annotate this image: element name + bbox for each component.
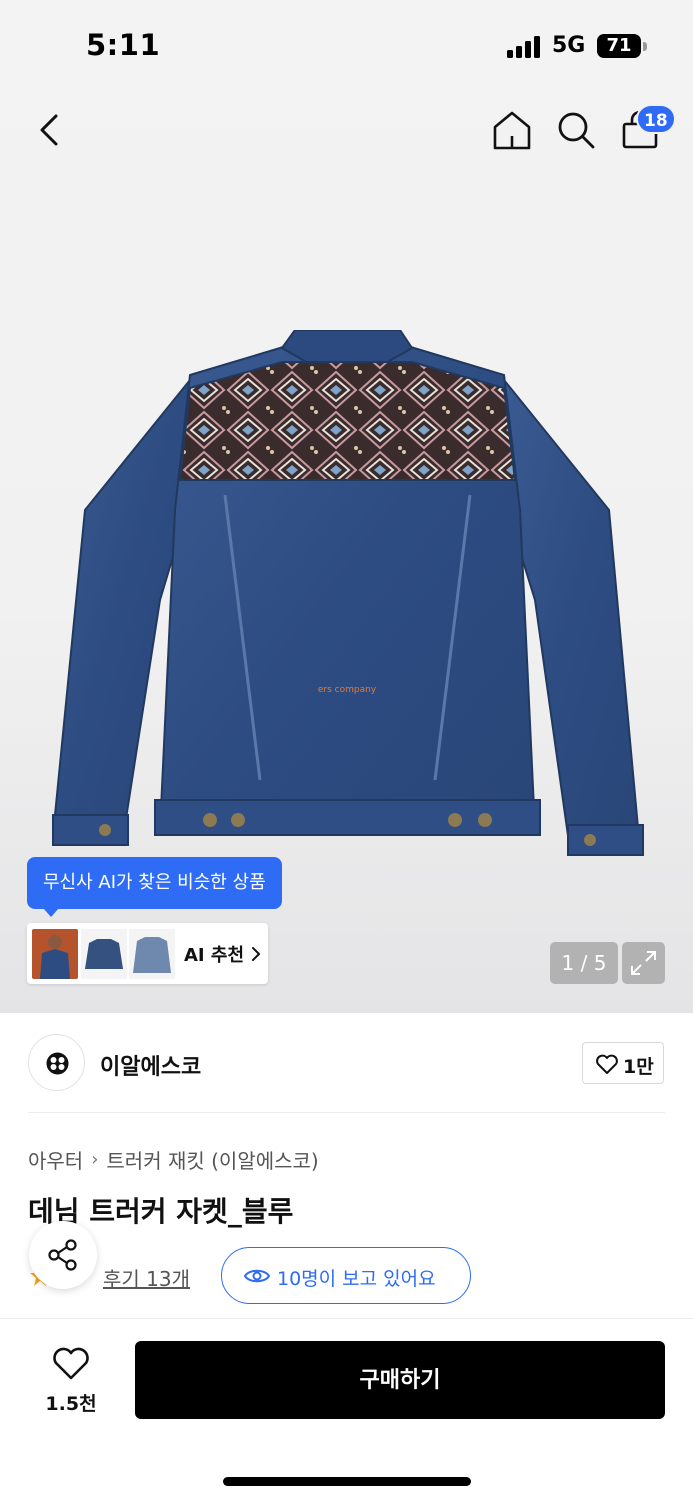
ai-recommend-card[interactable]: AI 추천 [27, 923, 268, 984]
buy-button[interactable]: 구매하기 [135, 1341, 665, 1419]
eye-icon [244, 1269, 270, 1283]
image-pager: 1 / 5 [550, 942, 618, 984]
back-icon [40, 114, 58, 146]
home-icon [493, 111, 531, 150]
network-label: 5G [552, 33, 586, 58]
brand-like-button[interactable]: 1만 [582, 1042, 664, 1084]
home-button[interactable] [490, 108, 534, 152]
heart-icon [53, 1347, 89, 1380]
ai-recommend-label: AI 추천 [184, 945, 245, 966]
chevron-right-icon: › [91, 1149, 99, 1170]
thumbnail-image-2 [81, 929, 127, 979]
breadcrumb: 아우터 › 트러커 재킷 (이알에스코) [28, 1145, 319, 1174]
cart-count-badge: 18 [636, 104, 676, 134]
brand-like-count: 1만 [623, 1056, 654, 1078]
bottom-action-bar: 1.5천 구매하기 [0, 1318, 693, 1500]
wishlist-button[interactable]: 1.5천 [30, 1341, 112, 1421]
home-indicator [223, 1477, 471, 1486]
share-button[interactable] [29, 1221, 97, 1289]
battery-cap [643, 42, 647, 51]
brand-row[interactable]: 이알에스코 1만 [28, 1034, 665, 1092]
expand-icon [631, 951, 656, 975]
thumbnail-image-3 [129, 929, 175, 979]
chevron-right-icon [252, 947, 260, 961]
product-image-jacket[interactable]: ers company [50, 330, 644, 860]
status-bar: 5:11 5G 71 [0, 0, 693, 92]
brand-logo[interactable] [28, 1034, 85, 1091]
review-count-link[interactable]: 후기 13개 [103, 1263, 190, 1292]
heart-icon [596, 1054, 618, 1074]
ai-thumb-2[interactable] [81, 929, 127, 979]
viewers-badge[interactable]: 10명이 보고 있어요 [221, 1247, 471, 1304]
viewers-label: 10명이 보고 있어요 [277, 1268, 436, 1290]
status-time: 5:11 [86, 28, 161, 62]
wishlist-count: 1.5천 [45, 1393, 97, 1415]
search-icon [558, 112, 595, 149]
ai-similar-tooltip[interactable]: 무신사 AI가 찾은 비슷한 상품 [27, 857, 282, 917]
signal-icon [507, 36, 543, 58]
expand-button[interactable] [622, 942, 665, 984]
brand-logo-icon [46, 1052, 69, 1075]
divider [28, 1112, 665, 1113]
share-icon [48, 1239, 77, 1271]
breadcrumb-subcategory[interactable]: 트러커 재킷 (이알에스코) [106, 1145, 318, 1174]
ai-thumb-1[interactable] [32, 929, 78, 979]
breadcrumb-category[interactable]: 아우터 [28, 1145, 83, 1174]
jacket-print-text: ers company [318, 685, 377, 695]
search-button[interactable] [554, 108, 598, 152]
ai-thumb-3[interactable] [129, 929, 175, 979]
product-image-area[interactable]: 5:11 5G 71 18 ers company 무신사 AI가 찾은 비슷한… [0, 0, 693, 1013]
thumbnail-image-1 [32, 929, 78, 979]
brand-name[interactable]: 이알에스코 [100, 1049, 201, 1081]
battery-icon: 71 [597, 34, 641, 58]
back-button[interactable] [32, 108, 72, 152]
